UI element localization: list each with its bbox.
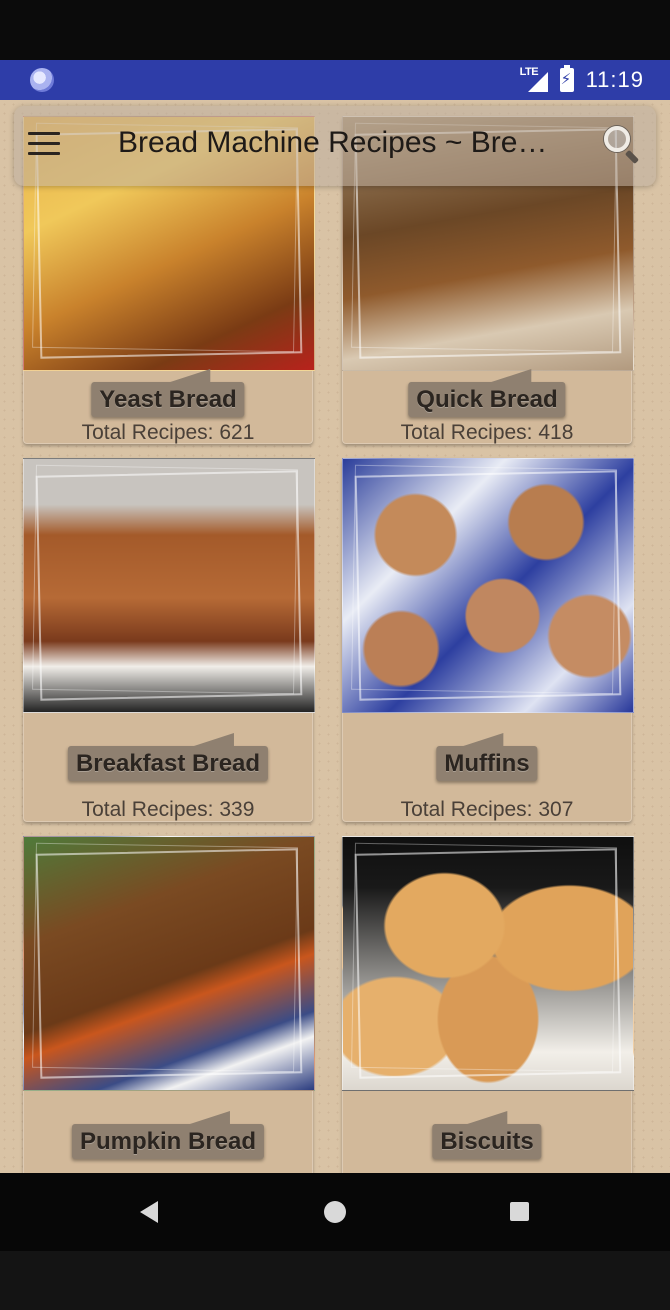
category-title: Muffins <box>436 733 538 781</box>
lte-signal-icon: LTE <box>520 66 548 94</box>
recents-icon[interactable] <box>510 1202 529 1221</box>
category-card-muffins[interactable]: Muffins Total Recipes: 307 <box>342 458 634 822</box>
recipe-count: Total Recipes: 339 <box>81 798 255 821</box>
category-title: Breakfast Bread <box>67 733 269 781</box>
biscuits-photo <box>342 836 634 1091</box>
system-navigation-bar <box>0 1173 670 1251</box>
system-bottom-area <box>0 1251 670 1310</box>
status-indicators: LTE 11:19 <box>520 65 644 94</box>
muffins-photo <box>342 458 634 713</box>
category-card-biscuits[interactable]: Biscuits <box>342 836 634 1173</box>
category-card-pumpkin-bread[interactable]: Pumpkin Bread <box>23 836 315 1173</box>
category-title: Yeast Bread <box>91 369 245 417</box>
breakfast-bread-photo <box>23 458 315 713</box>
recipe-count: Total Recipes: 307 <box>400 798 574 821</box>
category-title: Quick Bread <box>408 369 566 417</box>
category-list[interactable]: Yeast Bread Total Recipes: 621 Quick Bre… <box>0 100 670 1173</box>
app-toolbar: Bread Machine Recipes ~ Bread Machine Re… <box>14 106 656 186</box>
page-title: Bread Machine Recipes ~ Bread Machine Re… <box>118 126 558 159</box>
hamburger-menu-icon[interactable] <box>28 132 62 158</box>
pumpkin-bread-photo <box>23 836 315 1091</box>
notification-icon <box>30 68 54 92</box>
back-icon[interactable] <box>140 1201 158 1223</box>
clock: 11:19 <box>585 67 644 92</box>
status-bar: LTE 11:19 <box>0 60 670 100</box>
system-top-area <box>0 0 670 60</box>
category-card-breakfast-bread[interactable]: Breakfast Bread Total Recipes: 339 <box>23 458 315 822</box>
recipe-count: Total Recipes: 418 <box>400 421 574 444</box>
category-title: Pumpkin Bread <box>71 1111 265 1159</box>
search-icon[interactable] <box>602 124 642 165</box>
battery-charging-icon <box>559 65 574 92</box>
recipe-count: Total Recipes: 621 <box>81 421 255 444</box>
category-title: Biscuits <box>432 1111 542 1159</box>
home-icon[interactable] <box>324 1201 346 1223</box>
